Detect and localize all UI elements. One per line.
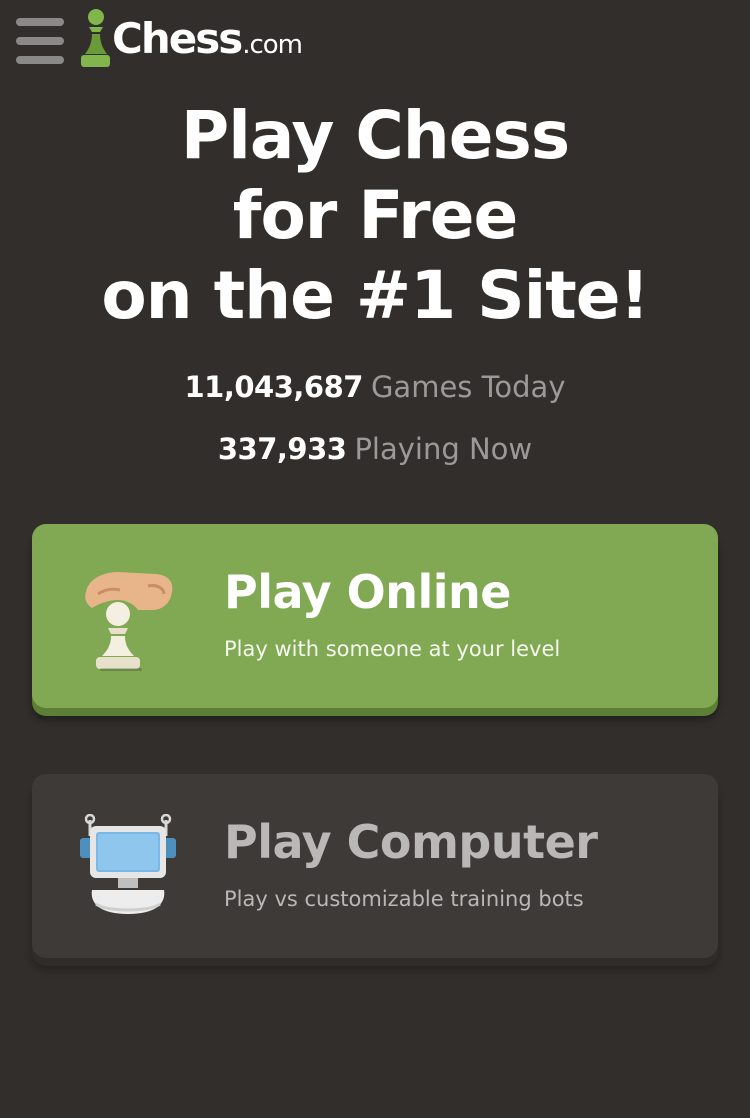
stat-number: 337,933	[217, 432, 347, 466]
stat-playing-now: 337,933 Playing Now	[0, 432, 750, 466]
play-online-title: Play Online	[224, 565, 511, 619]
play-online-subtitle: Play with someone at your level	[224, 637, 561, 661]
logo-text: Chess	[112, 14, 243, 63]
pawn-logo-icon	[81, 9, 110, 67]
play-computer-title: Play Computer	[224, 815, 598, 869]
headline-line-1: Play Chess	[180, 97, 570, 174]
headline-line-3: on the #1 Site!	[101, 257, 649, 334]
robot-computer-icon	[80, 814, 176, 914]
stat-number: 11,043,687	[184, 370, 363, 404]
chess-com-logo[interactable]: Chess .com	[78, 8, 303, 70]
menu-bar-line	[16, 37, 64, 45]
play-computer-button[interactable]: Play Computer Play vs customizable train…	[32, 774, 718, 958]
stat-games-today: 11,043,687 Games Today	[0, 370, 750, 404]
stat-label: Games Today	[370, 370, 566, 404]
hamburger-menu-icon[interactable]	[16, 18, 64, 64]
headline-line-2: for Free	[232, 177, 519, 254]
hand-moving-pawn-icon	[85, 572, 173, 671]
hero-headline: Play Chess for Free on the #1 Site!	[0, 96, 750, 336]
play-online-button[interactable]: Play Online Play with someone at your le…	[32, 524, 718, 708]
menu-bar-line	[16, 56, 64, 64]
stat-label: Playing Now	[354, 432, 533, 466]
top-bar: Chess .com	[0, 0, 750, 80]
logo-suffix: .com	[242, 30, 303, 60]
play-computer-subtitle: Play vs customizable training bots	[224, 887, 584, 911]
menu-bar-line	[16, 18, 64, 26]
